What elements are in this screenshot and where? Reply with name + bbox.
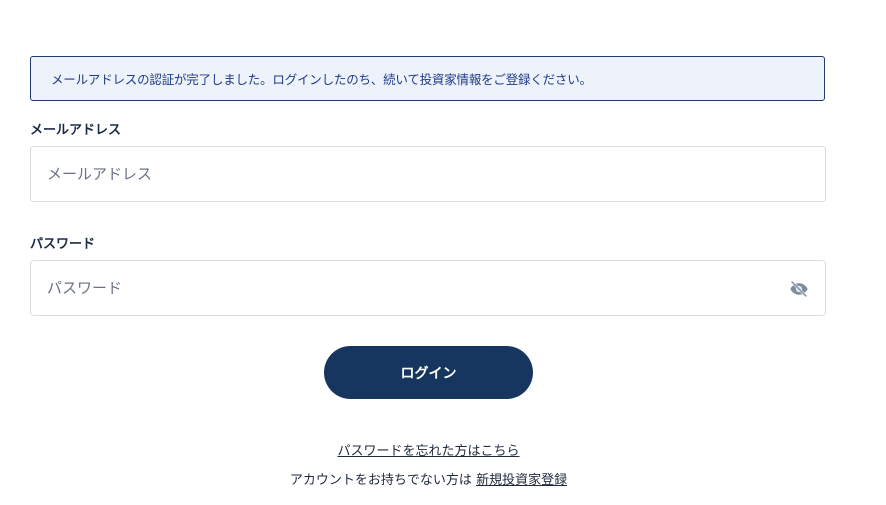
email-field[interactable] bbox=[31, 147, 747, 201]
register-row: アカウントをお持ちでない方は 新規投資家登録 bbox=[0, 469, 857, 488]
password-field-container bbox=[30, 260, 826, 316]
login-button[interactable]: ログイン bbox=[324, 346, 533, 399]
password-label: パスワード bbox=[30, 237, 96, 252]
login-page: メールアドレスの認証が完了しました。ログインしたのち、続いて投資家情報をご登録く… bbox=[0, 0, 886, 505]
no-account-text: アカウントをお持ちでない方は bbox=[289, 473, 477, 488]
eye-off-icon[interactable] bbox=[789, 280, 809, 298]
forgot-password-row: パスワードを忘れた方はこちら bbox=[0, 440, 857, 459]
email-field-container bbox=[30, 146, 826, 202]
email-label: メールアドレス bbox=[30, 123, 122, 138]
verification-success-alert: メールアドレスの認証が完了しました。ログインしたのち、続いて投資家情報をご登録く… bbox=[30, 56, 825, 101]
register-link[interactable]: 新規投資家登録 bbox=[476, 473, 567, 488]
alert-message: メールアドレスの認証が完了しました。ログインしたのち、続いて投資家情報をご登録く… bbox=[51, 72, 592, 87]
password-field[interactable] bbox=[31, 261, 747, 315]
forgot-password-link[interactable]: パスワードを忘れた方はこちら bbox=[337, 444, 519, 459]
